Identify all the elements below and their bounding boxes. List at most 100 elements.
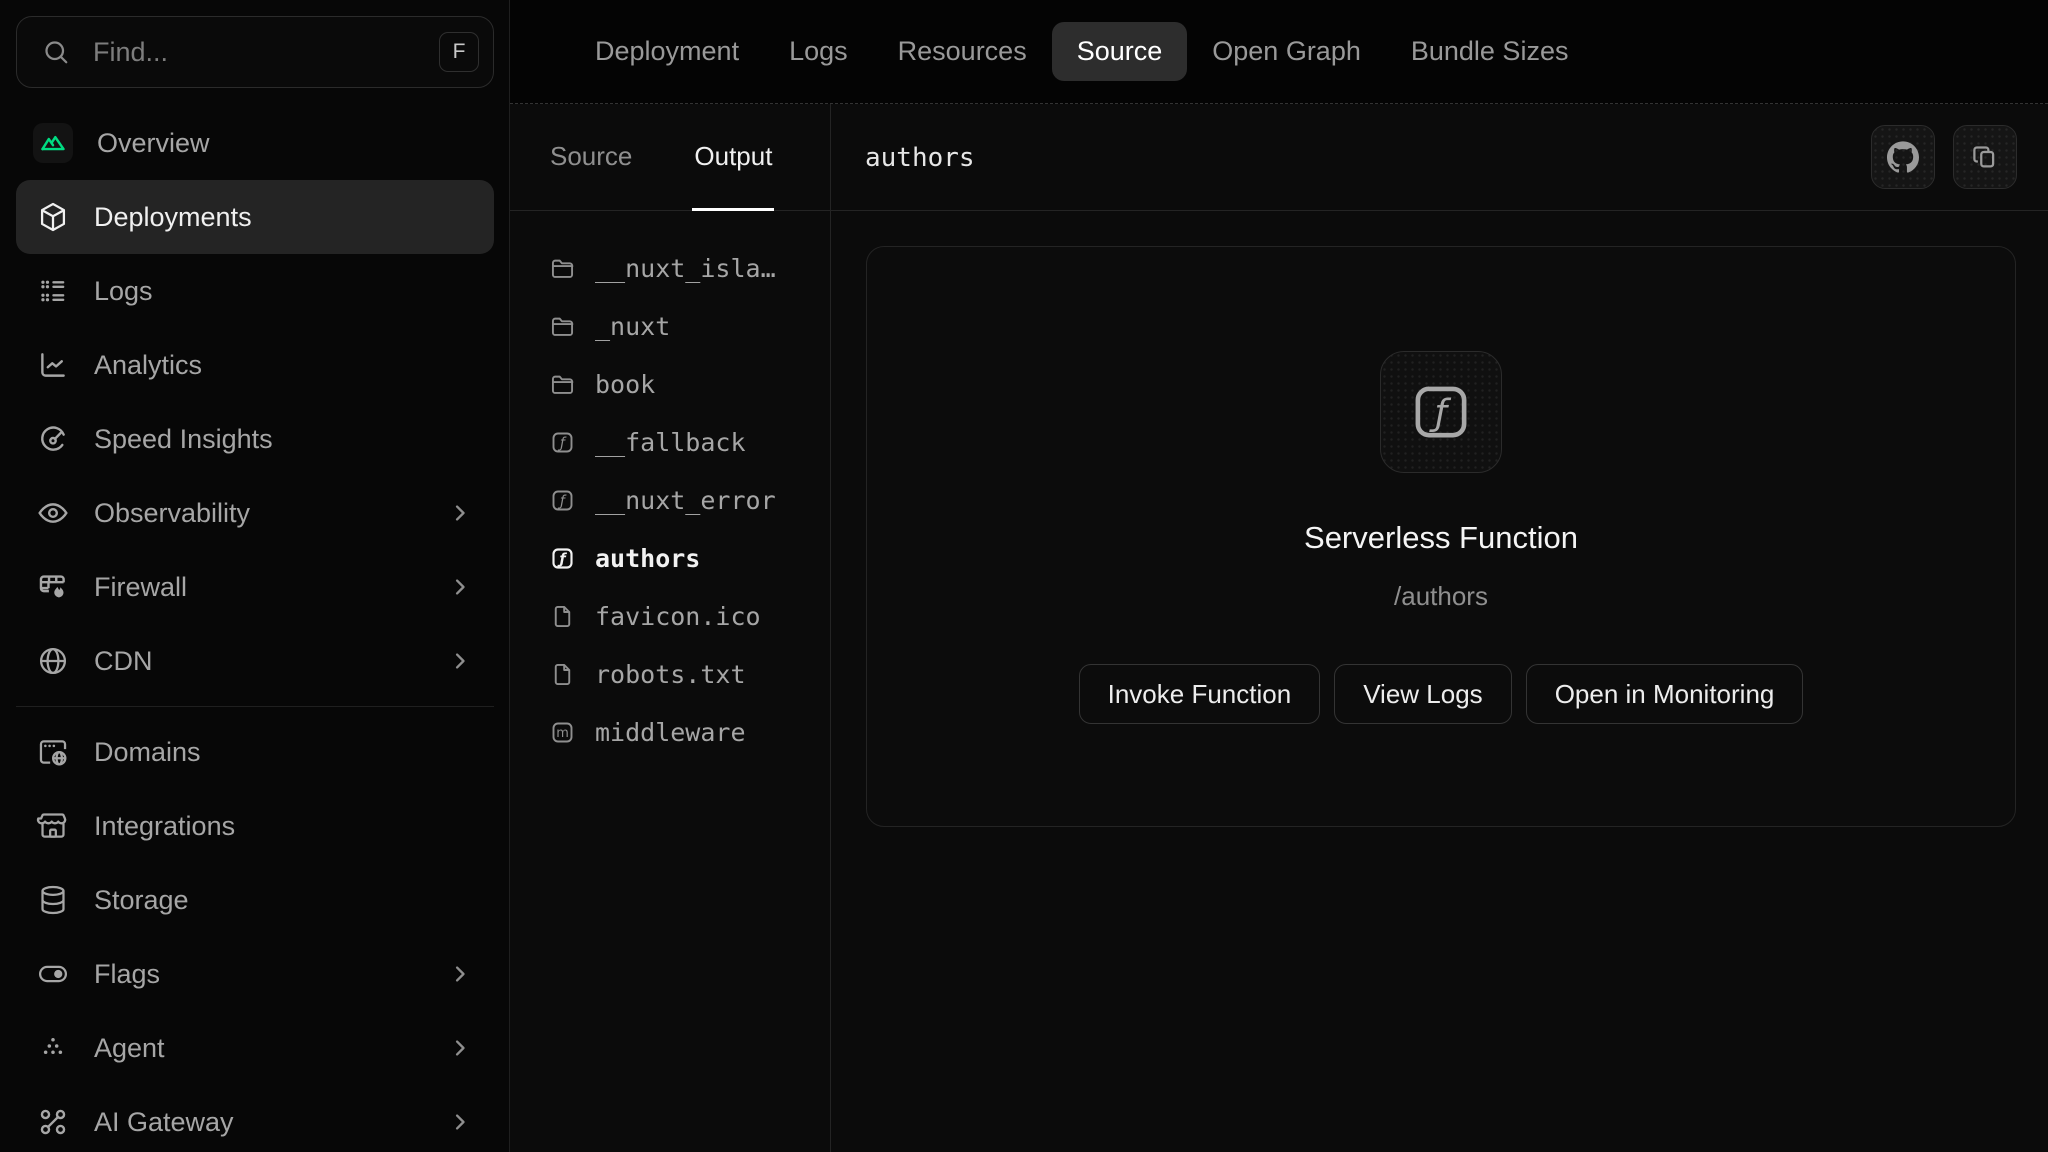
tree-item-function[interactable]: ƒ __nuxt_error xyxy=(510,471,830,529)
tab-resources[interactable]: Resources xyxy=(873,22,1052,81)
github-icon xyxy=(1887,141,1919,173)
search-icon xyxy=(41,37,71,67)
function-path: /authors xyxy=(1394,581,1488,612)
tab-bundle-sizes[interactable]: Bundle Sizes xyxy=(1386,22,1594,81)
chevron-right-icon xyxy=(446,573,474,601)
sidebar-item-ai-gateway[interactable]: AI Gateway xyxy=(16,1085,494,1152)
sidebar-item-observability[interactable]: Observability xyxy=(16,476,494,550)
tab-open-graph[interactable]: Open Graph xyxy=(1187,22,1386,81)
search-box[interactable]: F xyxy=(16,16,494,88)
tree-item-file[interactable]: robots.txt xyxy=(510,645,830,703)
tree-item-name: middleware xyxy=(595,718,746,747)
sidebar-item-flags[interactable]: Flags xyxy=(16,937,494,1011)
chevron-right-icon xyxy=(446,1108,474,1136)
source-output-tabs: Source Output xyxy=(548,104,774,211)
file-icon xyxy=(549,661,576,688)
sidebar-item-logs[interactable]: Logs xyxy=(16,254,494,328)
open-in-monitoring-button[interactable]: Open in Monitoring xyxy=(1526,664,1804,724)
ai-gateway-icon xyxy=(36,1105,70,1139)
function-icon: ƒ xyxy=(549,545,576,572)
sidebar-item-label: Overview xyxy=(97,128,210,159)
copy-button[interactable] xyxy=(1953,125,2017,189)
sidebar-item-overview[interactable]: Overview xyxy=(16,106,494,180)
sidebar-item-label: Storage xyxy=(94,885,189,916)
sidebar-item-storage[interactable]: Storage xyxy=(16,863,494,937)
folder-icon xyxy=(549,255,576,282)
agent-dots-icon xyxy=(36,1031,70,1065)
header-actions xyxy=(1871,125,2017,189)
shortcut-badge: F xyxy=(439,32,479,72)
sidebar-item-label: CDN xyxy=(94,646,153,677)
tree-item-name: book xyxy=(595,370,655,399)
tree-item-file[interactable]: favicon.ico xyxy=(510,587,830,645)
sidebar-item-agent[interactable]: Agent xyxy=(16,1011,494,1085)
chevron-right-icon xyxy=(446,647,474,675)
tree-item-folder[interactable]: _nuxt xyxy=(510,297,830,355)
sidebar-item-domains[interactable]: Domains xyxy=(16,715,494,789)
sidebar-item-label: Firewall xyxy=(94,572,187,603)
tab-deployment[interactable]: Deployment xyxy=(570,22,764,81)
globe-icon xyxy=(36,644,70,678)
tab-logs[interactable]: Logs xyxy=(764,22,873,81)
svg-text:ƒ: ƒ xyxy=(556,551,567,567)
tree-item-name: authors xyxy=(595,544,700,573)
tree-item-name: __nuxt_isla… xyxy=(595,254,776,283)
sidebar-item-label: AI Gateway xyxy=(94,1107,234,1138)
folder-icon xyxy=(549,371,576,398)
deployment-top-nav: Deployment Logs Resources Source Open Gr… xyxy=(510,0,2048,104)
sidebar-item-firewall[interactable]: Firewall xyxy=(16,550,494,624)
middleware-icon: m xyxy=(549,719,576,746)
chevron-right-icon xyxy=(446,1034,474,1062)
serverless-function-icon: ƒ xyxy=(1380,351,1502,473)
tree-item-middleware[interactable]: m middleware xyxy=(510,703,830,761)
sidebar-item-integrations[interactable]: Integrations xyxy=(16,789,494,863)
sidebar-item-analytics[interactable]: Analytics xyxy=(16,328,494,402)
sidebar: F Overview Deployments Logs xyxy=(0,0,510,1152)
sidebar-item-deployments[interactable]: Deployments xyxy=(16,180,494,254)
tree-item-name: __fallback xyxy=(595,428,746,457)
tree-item-function[interactable]: ƒ __fallback xyxy=(510,413,830,471)
tab-source[interactable]: Source xyxy=(1052,22,1188,81)
gauge-icon xyxy=(36,422,70,456)
tree-item-folder[interactable]: book xyxy=(510,355,830,413)
database-icon xyxy=(36,883,70,917)
sidebar-item-label: Flags xyxy=(94,959,160,990)
sidebar-nav: Overview Deployments Logs Analytics xyxy=(0,106,510,1152)
tree-item-function-selected[interactable]: ƒ authors xyxy=(510,529,830,587)
chevron-right-icon xyxy=(446,960,474,988)
search-input[interactable] xyxy=(93,37,439,68)
sidebar-item-label: Deployments xyxy=(94,202,252,233)
sidebar-item-label: Logs xyxy=(94,276,153,307)
cube-icon xyxy=(36,200,70,234)
function-type-title: Serverless Function xyxy=(1304,520,1578,556)
github-button[interactable] xyxy=(1871,125,1935,189)
svg-text:m: m xyxy=(556,726,569,741)
copy-icon xyxy=(1970,142,2000,172)
sidebar-item-cdn[interactable]: CDN xyxy=(16,624,494,698)
eye-icon xyxy=(36,496,70,530)
project-logo-icon xyxy=(33,123,73,163)
function-detail-panel: ƒ Serverless Function /authors Invoke Fu… xyxy=(831,211,2048,1152)
sidebar-item-speed-insights[interactable]: Speed Insights xyxy=(16,402,494,476)
file-icon xyxy=(549,603,576,630)
tree-item-folder[interactable]: __nuxt_isla… xyxy=(510,239,830,297)
invoke-function-button[interactable]: Invoke Function xyxy=(1079,664,1321,724)
sidebar-divider xyxy=(16,706,494,707)
view-logs-button[interactable]: View Logs xyxy=(1334,664,1512,724)
folder-icon xyxy=(549,313,576,340)
tree-item-name: _nuxt xyxy=(595,312,670,341)
vercel-deployment-page: F Overview Deployments Logs xyxy=(0,0,2048,1152)
tab-panel-source[interactable]: Source xyxy=(548,104,634,211)
browser-globe-icon xyxy=(36,735,70,769)
flags-toggle-icon xyxy=(36,957,70,991)
tree-item-name: favicon.ico xyxy=(595,602,761,631)
output-file-tree: __nuxt_isla… _nuxt book ƒ __fallback ƒ _… xyxy=(510,211,830,761)
tab-panel-output[interactable]: Output xyxy=(692,104,774,211)
sidebar-item-label: Domains xyxy=(94,737,201,768)
storefront-icon xyxy=(36,809,70,843)
tree-item-name: __nuxt_error xyxy=(595,486,776,515)
serverless-function-card: ƒ Serverless Function /authors Invoke Fu… xyxy=(866,246,2016,827)
function-actions: Invoke Function View Logs Open in Monito… xyxy=(1079,664,1804,724)
source-workspace: Source Output authors __nuxt_isla… xyxy=(510,104,2048,1152)
sidebar-item-label: Integrations xyxy=(94,811,235,842)
